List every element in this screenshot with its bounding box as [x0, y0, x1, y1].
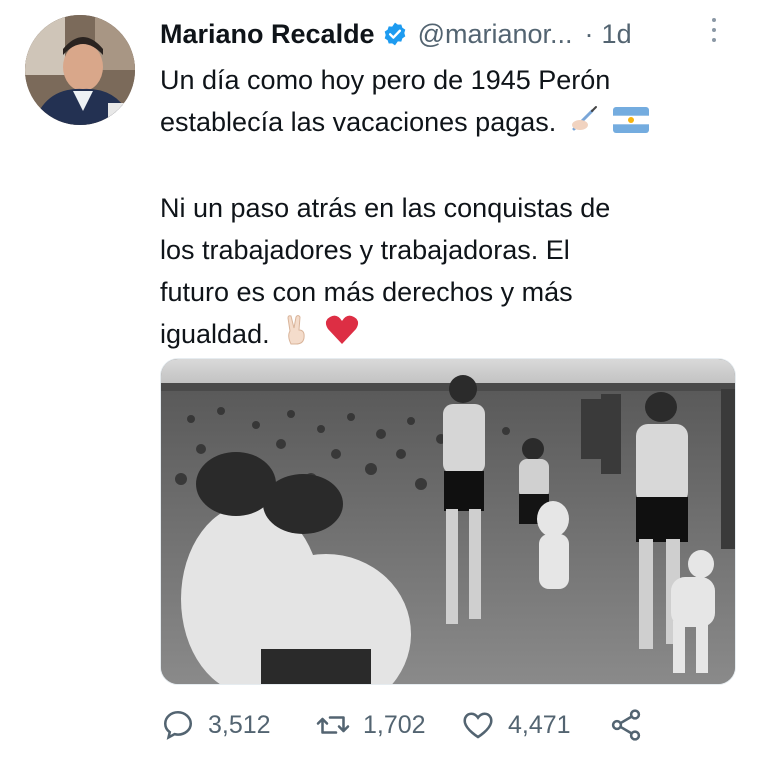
tweet-text-line: establecía las vacaciones pagas.	[160, 101, 730, 145]
avatar-image	[25, 15, 135, 125]
tweet-text-segment: establecía las vacaciones pagas.	[160, 107, 557, 137]
retweet-count: 1,702	[363, 710, 426, 739]
share-icon	[611, 709, 641, 741]
beach-photo-image	[161, 359, 735, 684]
author-handle[interactable]: @marianor...	[418, 19, 573, 50]
retweet-button[interactable]: 1,702	[315, 702, 426, 748]
red-heart-emoji-icon	[325, 314, 359, 358]
tweet-text-line: futuro es con más derechos y más	[160, 276, 573, 307]
tweet-action-bar: 3,512 1,702 4,471	[160, 702, 660, 748]
tweet-text: Un día como hoy pero de 1945 Perón estab…	[160, 59, 730, 358]
more-options-icon[interactable]	[708, 18, 720, 52]
like-count: 4,471	[508, 710, 571, 739]
tweet-text-line: Un día como hoy pero de 1945 Perón	[160, 65, 611, 95]
tweet-header: Mariano Recalde @marianor... · 1d	[160, 14, 730, 54]
heart-icon	[463, 712, 493, 739]
tweet-text-line: los trabajadores y trabajadoras. El	[160, 234, 570, 265]
avatar[interactable]	[25, 15, 135, 125]
like-button[interactable]: 4,471	[460, 702, 571, 748]
tweet-photo[interactable]	[160, 358, 736, 685]
tweet-timestamp[interactable]: 1d	[602, 19, 632, 50]
writing-hand-emoji-icon	[570, 103, 600, 145]
tweet-text-segment: igualdad.	[160, 318, 270, 349]
victory-hand-emoji-icon	[283, 314, 311, 358]
separator-dot: ·	[584, 18, 594, 49]
tweet-text-line: Ni un paso atrás en las conquistas de	[160, 192, 611, 223]
argentina-flag-icon	[613, 103, 650, 145]
reply-count: 3,512	[208, 710, 271, 739]
author-name[interactable]: Mariano Recalde	[160, 19, 375, 50]
verified-badge-icon	[382, 21, 408, 47]
reply-button[interactable]: 3,512	[160, 702, 271, 748]
tweet-text-line: igualdad.	[160, 313, 730, 358]
reply-icon	[163, 710, 193, 740]
share-button[interactable]	[608, 702, 656, 748]
retweet-icon	[316, 716, 350, 734]
